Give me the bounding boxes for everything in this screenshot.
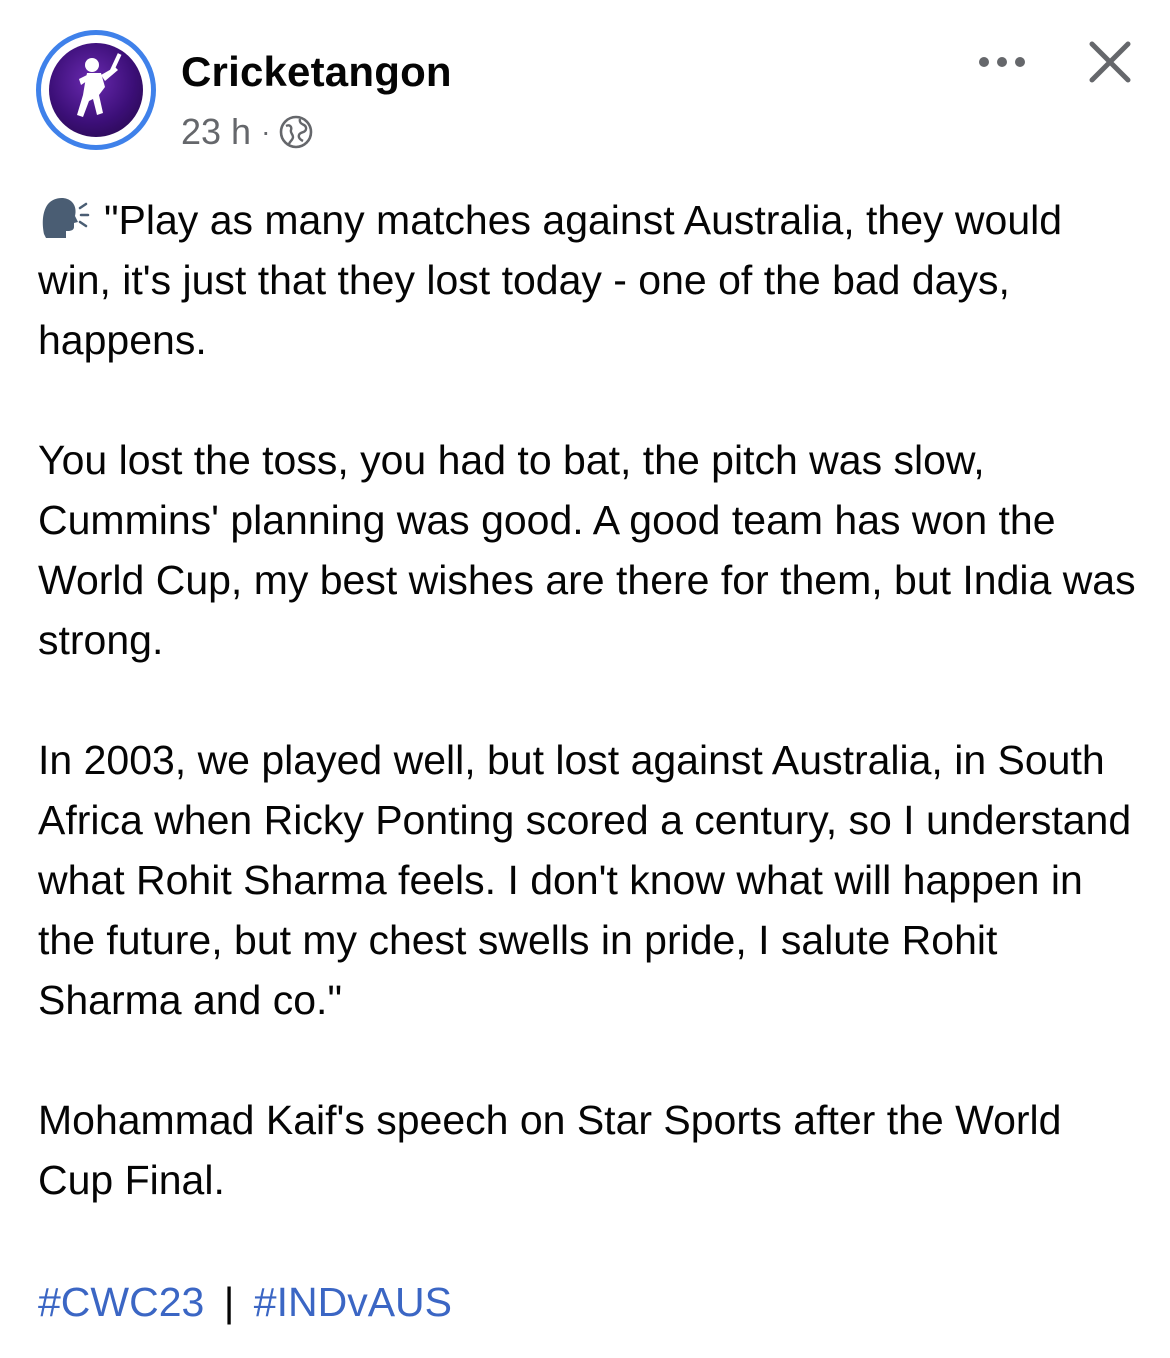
meta-separator: · [261, 116, 271, 147]
post-paragraph-1: "Play as many matches against Australia,… [38, 190, 1138, 370]
post-paragraph-2: You lost the toss, you had to bat, the p… [38, 437, 1136, 663]
close-icon [1089, 41, 1131, 83]
more-options-button[interactable] [972, 40, 1032, 84]
hashtag-cwc23[interactable]: #CWC23 [38, 1279, 204, 1325]
post-meta: 23 h · [181, 111, 314, 153]
hashtag-indvaus[interactable]: #INDvAUS [254, 1279, 452, 1325]
post-paragraph-4: Mohammad Kaif's speech on Star Sports af… [38, 1097, 1062, 1203]
post-paragraph-3: In 2003, we played well, but lost agains… [38, 737, 1132, 1023]
cricket-batsman-icon [49, 43, 143, 137]
speaking-head-icon [42, 198, 90, 238]
post-paragraph-1-text: "Play as many matches against Australia,… [38, 197, 1063, 363]
post-header: Cricketangon 23 h · [0, 0, 1170, 170]
close-button[interactable] [1080, 32, 1140, 92]
page-name[interactable]: Cricketangon [181, 48, 452, 96]
hashtag-row: #CWC23 | #INDvAUS [38, 1272, 452, 1332]
post-text: "Play as many matches against Australia,… [38, 190, 1138, 1270]
hashtag-divider: | [223, 1279, 235, 1325]
post-time[interactable]: 23 h [181, 111, 251, 153]
more-horizontal-icon [979, 57, 1025, 67]
page-avatar[interactable] [36, 30, 156, 150]
globe-icon[interactable] [278, 114, 314, 150]
